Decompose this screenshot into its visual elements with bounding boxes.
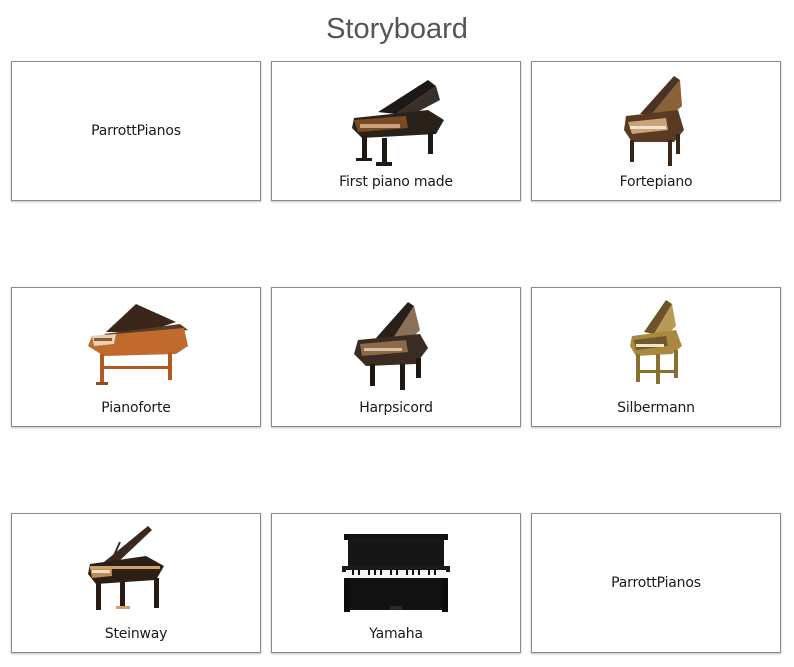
storyboard-panel-harpsicord[interactable]: Harpsicord bbox=[271, 287, 521, 427]
storyboard-panel-parrottpianos-end[interactable]: ParrottPianos bbox=[531, 513, 781, 653]
storyboard-panel-first-piano-made[interactable]: First piano made bbox=[271, 61, 521, 201]
storyboard-panel-silbermann[interactable]: Silbermann bbox=[531, 287, 781, 427]
page-title: Storyboard bbox=[326, 13, 468, 45]
panel-caption: Harpsicord bbox=[359, 400, 433, 416]
panel-caption: Fortepiano bbox=[619, 174, 693, 190]
panel-caption: ParrottPianos bbox=[91, 123, 181, 139]
silbermann-piano-gold-icon bbox=[596, 296, 716, 396]
panel-caption: Steinway bbox=[104, 626, 168, 642]
storyboard-panel-fortepiano[interactable]: Fortepiano bbox=[531, 61, 781, 201]
storyboard-panel-yamaha[interactable]: Yamaha bbox=[271, 513, 521, 653]
storyboard-panel-pianoforte[interactable]: Pianoforte bbox=[11, 287, 261, 427]
storyboard-panel-parrottpianos-start[interactable]: ParrottPianos bbox=[11, 61, 261, 201]
panel-caption: ParrottPianos bbox=[611, 575, 701, 591]
grand-piano-dark-antique-icon bbox=[336, 70, 456, 170]
steinway-grand-piano-icon bbox=[76, 522, 196, 622]
pianoforte-orange-icon bbox=[76, 296, 196, 396]
panel-caption: Yamaha bbox=[369, 626, 423, 642]
fortepiano-brown-icon bbox=[596, 70, 716, 170]
panel-caption: First piano made bbox=[339, 174, 453, 190]
storyboard-panel-steinway[interactable]: Steinway bbox=[11, 513, 261, 653]
yamaha-upright-piano-icon bbox=[336, 522, 456, 622]
panel-caption: Silbermann bbox=[617, 400, 695, 416]
panel-caption: Pianoforte bbox=[101, 400, 171, 416]
harpsichord-dark-icon bbox=[336, 296, 456, 396]
